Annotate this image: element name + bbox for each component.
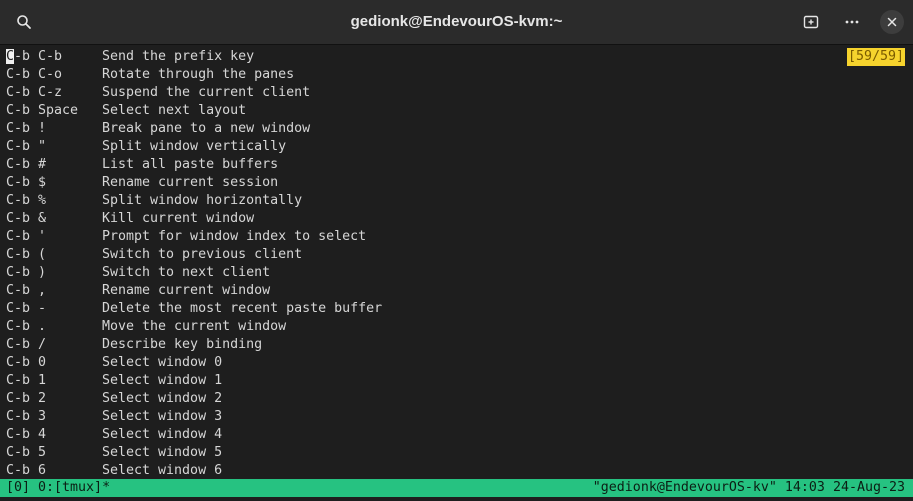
- key-binding-key: C-b .: [6, 319, 47, 334]
- terminal-content[interactable]: C-b C-b Send the prefix key C-b C-o Rotate …: [0, 45, 913, 478]
- close-button[interactable]: [878, 8, 906, 36]
- key-binding-description: Switch to next client: [102, 265, 271, 280]
- key-binding-key: C-b C-b: [6, 49, 63, 64]
- key-binding-description: Select window 6: [102, 463, 223, 478]
- new-tab-button[interactable]: [797, 8, 825, 36]
- key-binding-key: C-b C-z: [6, 85, 63, 100]
- key-binding-description: Prompt for window index to select: [102, 229, 367, 244]
- key-binding-description: Select next layout: [102, 103, 247, 118]
- key-binding-description: Describe key binding: [102, 337, 263, 352]
- key-binding-description: Delete the most recent paste buffer: [102, 301, 383, 316]
- key-binding-description: Rotate through the panes: [102, 67, 295, 82]
- key-binding-key: C-b 1: [6, 373, 47, 388]
- key-binding-key: C-b -: [6, 301, 47, 316]
- key-binding-description: Rename current window: [102, 283, 271, 298]
- key-binding-key: C-b 2: [6, 391, 47, 406]
- key-binding-description: Move the current window: [102, 319, 287, 334]
- key-binding-key: C-b 5: [6, 445, 47, 460]
- close-icon: [887, 17, 897, 27]
- menu-button[interactable]: [838, 8, 866, 36]
- key-binding-key: C-b ": [6, 139, 47, 154]
- key-binding-description: Split window vertically: [102, 139, 287, 154]
- title-bar: gedionk@EndevourOS-kvm:~: [0, 0, 913, 45]
- terminal-window: gedionk@EndevourOS-kvm:~ C-b C-b Send th…: [0, 0, 913, 501]
- key-binding-key: C-b 3: [6, 409, 47, 424]
- key-binding-description: Switch to previous client: [102, 247, 303, 262]
- key-binding-key: C-b Space: [6, 103, 79, 118]
- key-binding-description: Kill current window: [102, 211, 255, 226]
- terminal-cursor: C: [6, 49, 15, 64]
- key-binding-key: C-b 0: [6, 355, 47, 370]
- key-binding-description: Select window 5: [102, 445, 223, 460]
- key-binding-description: Select window 1: [102, 373, 223, 388]
- key-binding-description: Select window 2: [102, 391, 223, 406]
- key-binding-description: Select window 3: [102, 409, 223, 424]
- key-binding-description: List all paste buffers: [102, 157, 279, 172]
- key-binding-key: C-b &: [6, 211, 47, 226]
- key-binding-description: Select window 4: [102, 427, 223, 442]
- key-binding-description: Select window 0: [102, 355, 223, 370]
- key-binding-key: C-b ): [6, 265, 47, 280]
- key-binding-key: C-b #: [6, 157, 47, 172]
- key-binding-description: Split window horizontally: [102, 193, 303, 208]
- close-button-background: [880, 10, 904, 34]
- pager-position-indicator: [59/59]: [846, 48, 905, 66]
- key-binding-key: C-b ': [6, 229, 47, 244]
- key-binding-key: C-b 6: [6, 463, 47, 478]
- key-binding-key: C-b !: [6, 121, 47, 136]
- window-title: gedionk@EndevourOS-kvm:~: [350, 13, 563, 30]
- key-binding-key: C-b ,: [6, 283, 47, 298]
- status-host-time-date: "gedionk@EndevourOS-kv" 14:03 24-Aug-23: [592, 480, 905, 495]
- key-binding-key: C-b (: [6, 247, 47, 262]
- key-binding-description: Suspend the current client: [102, 85, 311, 100]
- key-binding-description: Rename current session: [102, 175, 279, 190]
- new-tab-icon: [803, 15, 819, 29]
- key-binding-description: Break pane to a new window: [102, 121, 311, 136]
- key-binding-key: C-b 4: [6, 427, 47, 442]
- tmux-status-bar: [0] 0:[tmux]* "gedionk@EndevourOS-kv" 14…: [0, 479, 913, 497]
- status-session-window[interactable]: [0] 0:[tmux]*: [6, 479, 110, 497]
- key-binding-key: C-b /: [6, 337, 47, 352]
- more-menu-icon: [845, 20, 859, 24]
- key-binding-key: C-b $: [6, 175, 47, 190]
- key-binding-key: C-b %: [6, 193, 47, 208]
- key-binding-description: Send the prefix key: [102, 49, 255, 64]
- key-binding-key: C-b C-o: [6, 67, 63, 82]
